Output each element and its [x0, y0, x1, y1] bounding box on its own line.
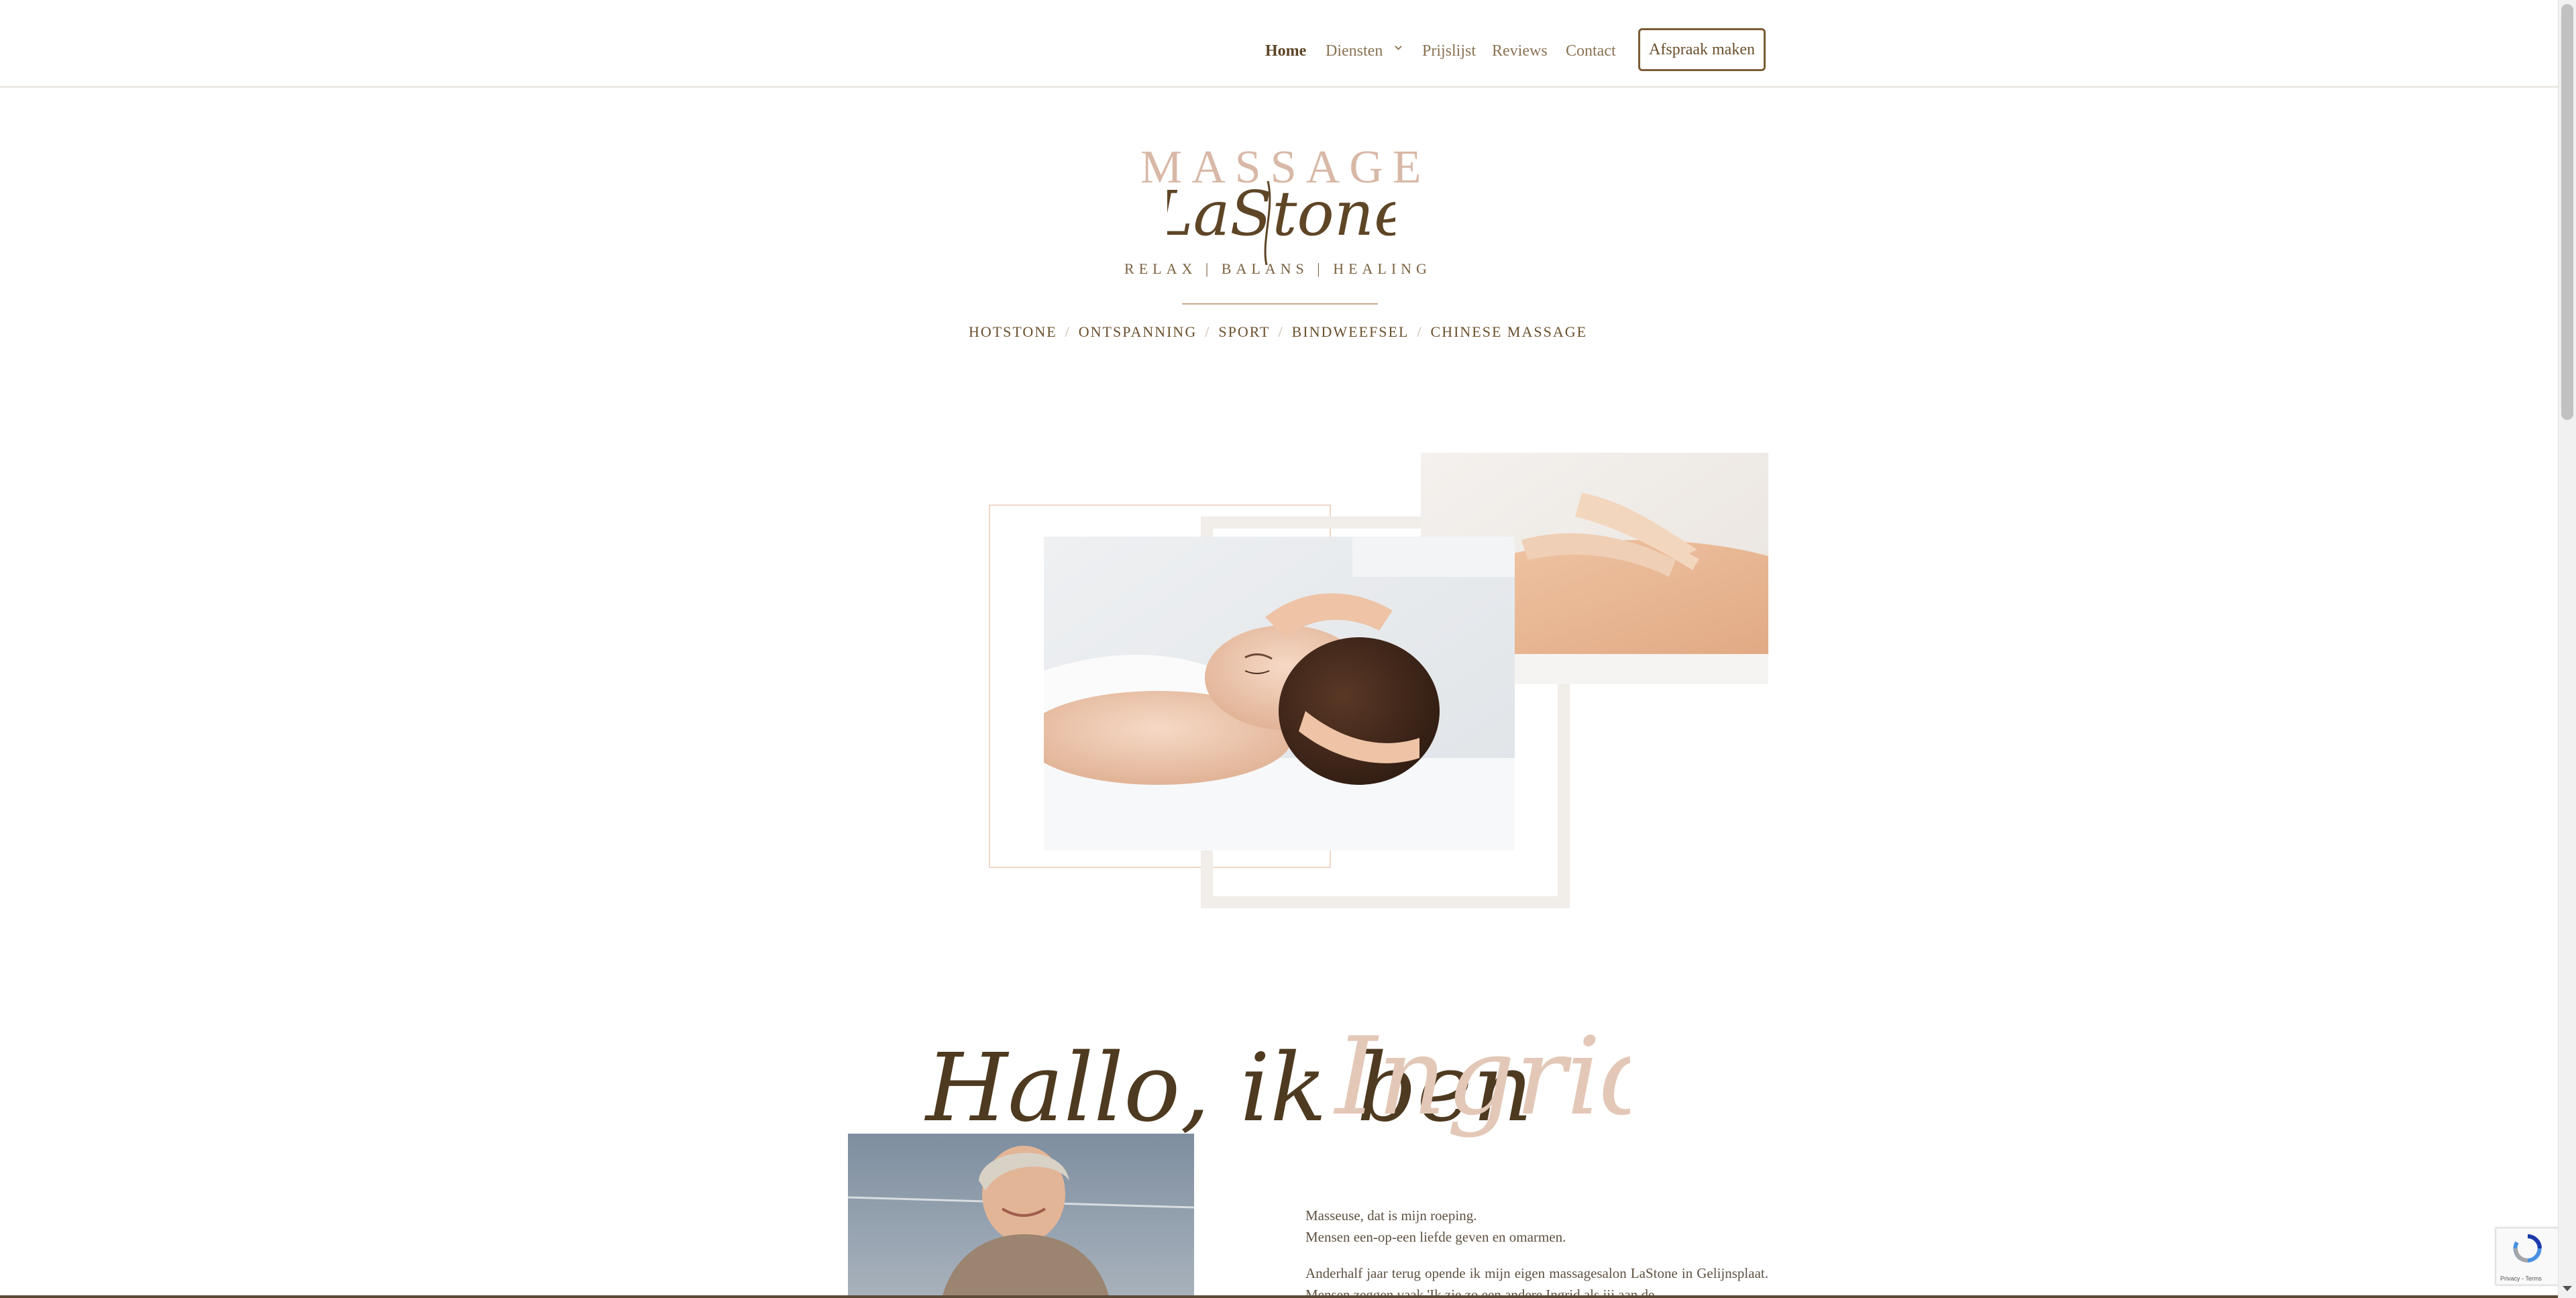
intro-text: Masseuse, dat is mijn roeping. Mensen ee… [1305, 1205, 1768, 1296]
logo-script-lastone: LaStone [1167, 178, 1395, 266]
nav-diensten[interactable]: Diensten [1326, 38, 1403, 64]
service-separator: / [1278, 323, 1284, 340]
scrollbar-thumb[interactable] [2561, 4, 2573, 420]
main-nav: Home Diensten Prijslijst Reviews Contact… [0, 0, 2559, 86]
intro-line-2: Mensen een-op-een liefde geven en omarme… [1305, 1229, 1566, 1245]
service-separator: / [1065, 323, 1071, 340]
service-bindweefsel: BINDWEEFSEL [1291, 323, 1409, 340]
ingrid-portrait-photo [848, 1134, 1194, 1298]
nav-home-label: Home [1265, 42, 1307, 60]
nav-diensten-label: Diensten [1326, 42, 1383, 60]
scroll-down-arrow-icon[interactable] [2563, 1286, 2572, 1291]
recaptcha-badge[interactable]: Privacy - Terms [2496, 1228, 2560, 1285]
service-sport: SPORT [1218, 323, 1271, 340]
nav-prijslijst[interactable]: Prijslijst [1422, 38, 1476, 64]
nav-contact-label: Contact [1566, 42, 1616, 60]
intro-heading-name: Ingrid [1333, 1014, 1630, 1139]
intro-paragraph: Anderhalf jaar terug opende ik mijn eige… [1305, 1265, 1768, 1296]
page-bottom-rule [0, 1295, 2559, 1298]
cta-label: Afspraak maken [1649, 41, 1755, 58]
page-scrollbar[interactable] [2558, 0, 2576, 1298]
face-massage-photo [1044, 537, 1515, 851]
nav-home[interactable]: Home [1265, 38, 1306, 64]
service-chinese-massage: CHINESE MASSAGE [1430, 323, 1588, 340]
chevron-down-icon [1395, 46, 1403, 50]
afspraak-maken-button[interactable]: Afspraak maken [1638, 28, 1766, 71]
nav-reviews[interactable]: Reviews [1492, 38, 1548, 64]
nav-prijslijst-label: Prijslijst [1422, 42, 1477, 60]
service-hotstone: HOTSTONE [968, 323, 1057, 340]
logo-tagline: RELAX | BALANS | HEALING [1124, 260, 1432, 277]
logo-divider [1182, 303, 1378, 305]
recaptcha-icon [2513, 1234, 2542, 1262]
logo-script-text: LaStone [1167, 178, 1395, 250]
recaptcha-terms[interactable]: Privacy - Terms [2500, 1275, 2542, 1282]
service-ontspanning: ONTSPANNING [1078, 323, 1197, 340]
service-separator: / [1417, 323, 1423, 340]
site-header: Home Diensten Prijslijst Reviews Contact… [0, 0, 2559, 88]
service-separator: / [1205, 323, 1211, 340]
services-list: HOTSTONE / ONTSPANNING / SPORT / BINDWEEFSEL / C… [872, 323, 1684, 341]
intro-line-1: Masseuse, dat is mijn roeping. [1305, 1207, 1477, 1224]
nav-contact[interactable]: Contact [1566, 38, 1616, 64]
nav-reviews-label: Reviews [1492, 42, 1548, 60]
